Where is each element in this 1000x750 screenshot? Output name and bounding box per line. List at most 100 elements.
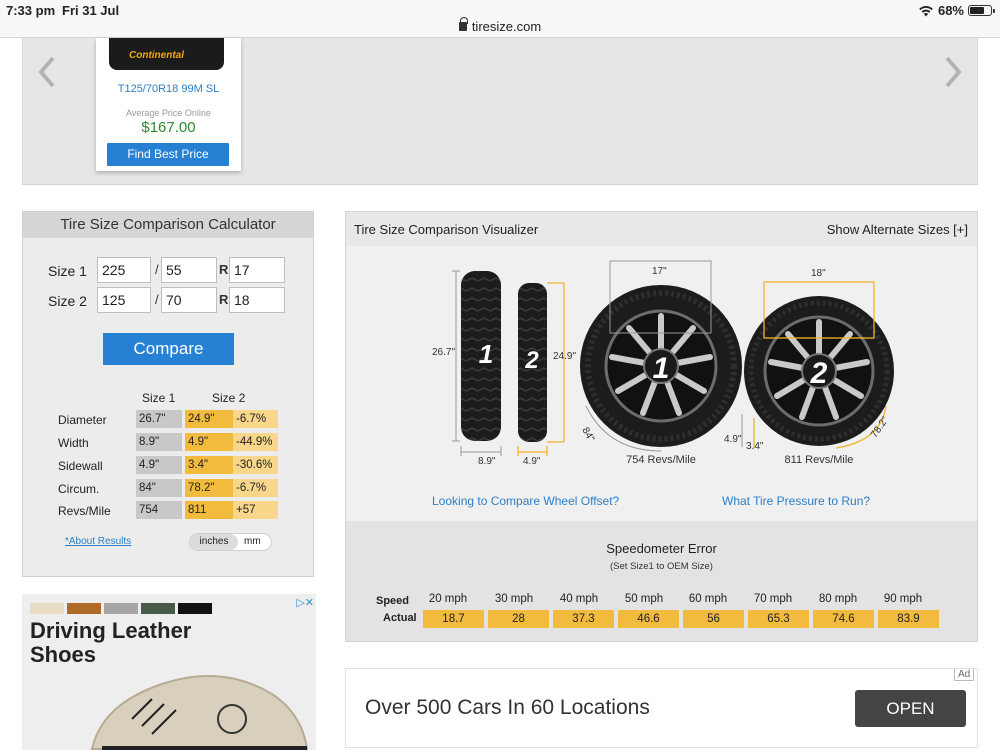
speed-value: 20 mph [428,593,468,605]
size2-width-input[interactable]: 125 [97,287,151,313]
actual-speed-value: 37.3 [553,610,614,628]
address-bar[interactable]: tiresize.com [0,17,1000,34]
results-row-sidewall: Sidewall 4.9" 3.4" -30.6% [23,456,313,475]
speed-value: 30 mph [494,593,534,605]
results-row-width: Width 8.9" 4.9" -44.9% [23,433,313,452]
result-difference: -6.7% [233,479,278,497]
ad-text: Over 500 Cars In 60 Locations [365,696,650,719]
tire-image: Continental [109,38,224,70]
tire2-number: 2 [524,347,539,374]
chevron-right-icon[interactable] [939,52,967,92]
wheel1-revs-label: 754 Revs/Mile [626,454,696,466]
tire2-side-view: 2 24.9" 4.9" [517,282,576,467]
actual-speed-value: 18.7 [423,610,484,628]
compare-wheel-offset-link[interactable]: Looking to Compare Wheel Offset? [432,494,619,508]
color-swatch [178,603,212,614]
actual-speed-value: 83.9 [878,610,939,628]
tire-card[interactable]: Continental T125/70R18 99M SL Average Pr… [96,38,241,171]
shoes-ad[interactable]: ▷✕ Driving Leather Shoes [22,594,316,750]
tire1-side-view: 1 26.7" 8.9" [432,270,502,467]
size1-rim-input[interactable]: 17 [229,257,285,283]
results-row-circumference: Circum. 84" 78.2" -6.7% [23,479,313,498]
status-date: Fri 31 Jul [62,3,120,18]
unit-mm-option[interactable]: mm [244,534,261,550]
results-row-revs: Revs/Mile 754 811 +57 [23,501,313,520]
tire-price: $167.00 [141,119,196,136]
tire-visualization: 1 26.7" 8.9" 2 24.9" 4.9" 1 17" 84" 4.9"… [432,260,894,467]
car-dealer-ad[interactable]: Ad Over 500 Cars In 60 Locations OPEN [345,668,978,748]
tire2-width-label: 4.9" [523,456,541,467]
wheel2-sidewall-label: 3.4" [746,441,764,452]
result-size1-value: 26.7" [136,410,182,428]
about-results-link[interactable]: *About Results [65,536,131,547]
unit-inches-option[interactable]: inches [190,534,238,550]
wifi-icon [919,5,933,16]
result-size1-value: 754 [136,501,182,519]
wheel1-circumference-label: 84" [579,426,596,445]
slash-separator: / [155,292,159,307]
show-alternate-sizes-link[interactable]: Show Alternate Sizes [+] [827,222,968,237]
ad-headline-line1: Driving Leather [30,618,192,643]
speedometer-subtitle: (Set Size1 to OEM Size) [610,561,713,572]
speed-value: 50 mph [624,593,664,605]
result-size1-value: 4.9" [136,456,182,474]
tire2-height-label: 24.9" [553,351,576,362]
ad-open-button[interactable]: OPEN [855,690,966,727]
speed-value: 80 mph [818,593,858,605]
result-difference: +57 [233,501,278,519]
status-indicators: 68% [918,3,995,18]
result-label: Sidewall [58,459,103,473]
result-difference: -6.7% [233,410,278,428]
speed-value: 70 mph [753,593,793,605]
wheel2-rim-label: 18" [811,268,826,279]
size1-ratio-input[interactable]: 55 [161,257,217,283]
tire1-width-label: 8.9" [478,456,496,467]
size1-row: Size 1 225 / 55 R 17 [23,257,313,284]
tire-model-link[interactable]: T125/70R18 99M SL [96,83,241,95]
actual-speed-value: 56 [683,610,744,628]
average-price-label: Average Price Online [126,108,211,118]
ad-badge[interactable]: Ad [954,669,975,681]
result-size1-value: 8.9" [136,433,182,451]
tire1-number: 1 [479,339,493,369]
size2-label: Size 2 [48,293,87,309]
result-label: Width [58,436,89,450]
size2-rim-input[interactable]: 18 [229,287,285,313]
wheel1-sidewall-label: 4.9" [724,434,742,445]
size2-ratio-input[interactable]: 70 [161,287,217,313]
actual-speed-value: 74.6 [813,610,874,628]
result-size2-value: 78.2" [185,479,233,497]
rim-r-label: R [219,292,229,307]
color-swatch [30,603,64,614]
visualizer-header: Tire Size Comparison Visualizer Show Alt… [346,212,977,246]
tire-pressure-link[interactable]: What Tire Pressure to Run? [722,494,870,508]
speed-row-label: Speed [376,595,410,607]
ad-choices-icon[interactable]: ▷✕ [296,596,314,609]
compare-button[interactable]: Compare [103,333,234,365]
actual-speed-value: 46.6 [618,610,679,628]
address-url: tiresize.com [471,19,542,34]
wheel2-front-view: 2 18" 3.4" 78.2" 811 Revs/Mile [744,268,894,466]
tire1-height-label: 26.7" [432,347,455,358]
color-swatch [67,603,101,614]
wheel1-number: 1 [653,352,670,385]
wheel1-front-view: 1 17" 84" 4.9" 754 Revs/Mile [579,260,743,466]
unit-toggle[interactable]: inches mm [189,533,272,551]
find-best-price-button[interactable]: Find Best Price [107,143,229,166]
tire-brand-logo: Continental [129,50,184,61]
results-col-size2: Size 2 [212,391,246,405]
result-size2-value: 3.4" [185,456,233,474]
wheel2-number: 2 [810,357,828,390]
result-size2-value: 811 [185,501,233,519]
battery-icon [968,5,995,16]
size1-width-input[interactable]: 225 [97,257,151,283]
size2-row: Size 2 125 / 70 R 18 [23,287,313,314]
visualizer-title: Tire Size Comparison Visualizer [354,222,539,237]
results-col-size1: Size 1 [142,391,176,405]
result-label: Diameter [58,413,107,427]
speedometer-error-section: Speedometer Error (Set Size1 to OEM Size… [346,521,977,641]
status-bar: 7:33 pm Fri 31 Jul tiresize.com 68% [0,0,1000,38]
rim-r-label: R [219,262,229,277]
result-label: Revs/Mile [58,504,111,518]
chevron-left-icon[interactable] [33,52,61,92]
